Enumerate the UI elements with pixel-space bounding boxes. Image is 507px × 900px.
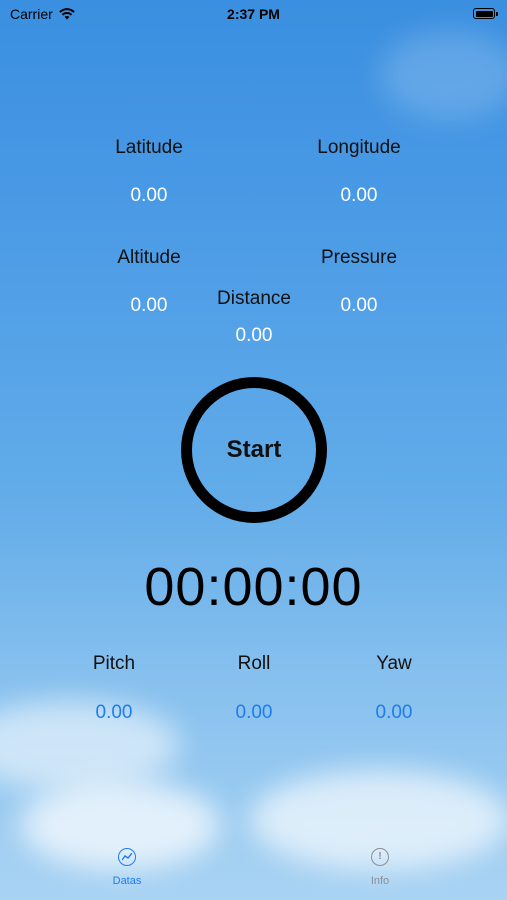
- distance-label: Distance: [217, 288, 291, 309]
- screen: Carrier 2:37 PM Latitude 0.00 Longitude …: [0, 0, 507, 900]
- yaw-label: Yaw: [376, 653, 412, 674]
- tab-info-label: Info: [370, 875, 390, 887]
- info-icon: !: [371, 848, 389, 866]
- latitude-value: 0.00: [130, 185, 168, 206]
- tab-info[interactable]: ! Info: [340, 848, 420, 887]
- distance-value: 0.00: [235, 325, 273, 346]
- pitch-value: 0.00: [95, 702, 133, 723]
- tab-datas-label: Datas: [112, 875, 142, 887]
- pressure-label: Pressure: [320, 247, 398, 268]
- roll-value: 0.00: [235, 702, 273, 723]
- yaw-value: 0.00: [375, 702, 413, 723]
- status-time: 2:37 PM: [227, 6, 280, 22]
- cloud-decoration: [380, 30, 507, 120]
- elapsed-timer: 00:00:00: [144, 557, 363, 617]
- start-button-label: Start: [226, 436, 282, 463]
- battery-icon: [473, 8, 498, 19]
- roll-label: Roll: [237, 653, 271, 674]
- altitude-label: Altitude: [117, 247, 181, 268]
- longitude-label: Longitude: [317, 137, 401, 158]
- status-bar: Carrier 2:37 PM: [0, 0, 507, 30]
- longitude-value: 0.00: [340, 185, 378, 206]
- tab-datas[interactable]: Datas: [87, 848, 167, 887]
- pitch-label: Pitch: [92, 653, 136, 674]
- start-button[interactable]: Start: [181, 377, 327, 523]
- tab-bar: Datas ! Info: [0, 838, 507, 900]
- chart-icon: [118, 848, 136, 866]
- latitude-label: Latitude: [115, 137, 183, 158]
